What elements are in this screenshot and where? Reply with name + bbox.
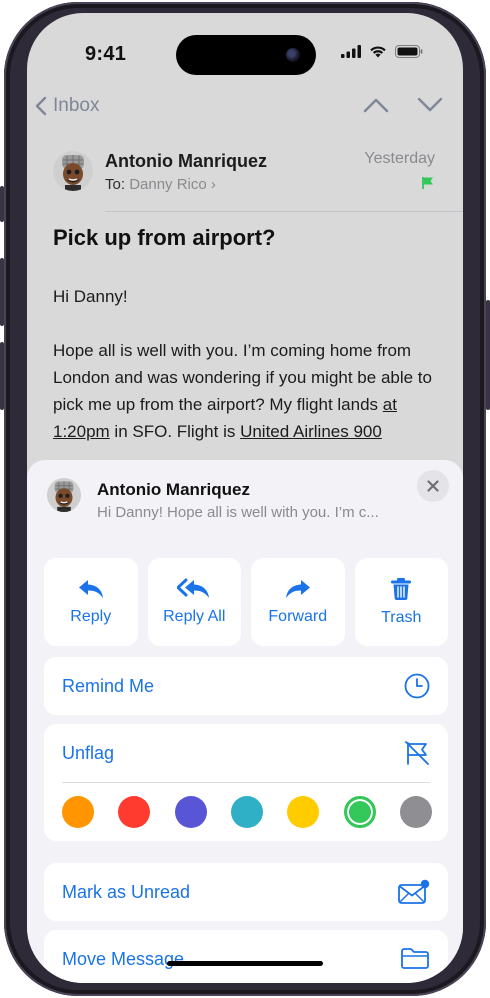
- flag-color-teal[interactable]: [230, 796, 263, 828]
- unflag-label: Unflag: [62, 742, 115, 763]
- action-buttons: Reply Reply All Forward Trash: [44, 558, 448, 646]
- chevron-right-icon: ›: [210, 176, 216, 193]
- flag-card: Unflag: [44, 724, 448, 841]
- message-header: Antonio Manriquez To: Danny Rico › Yeste…: [27, 143, 463, 213]
- reply-icon: [78, 580, 103, 598]
- clock-icon: [404, 673, 430, 699]
- message-subject: Pick up from airport?: [53, 225, 276, 250]
- close-button[interactable]: [417, 470, 449, 502]
- reply-all-button[interactable]: Reply All: [147, 558, 241, 646]
- flag-icon: [422, 177, 433, 189]
- status-bar: 9:41: [27, 13, 463, 93]
- move-message-card: Move Message: [44, 930, 448, 983]
- mark-unread-row[interactable]: Mark as Unread: [44, 863, 448, 921]
- back-label: Inbox: [53, 95, 100, 116]
- next-message-icon[interactable]: [417, 97, 443, 113]
- status-time: 9:41: [85, 43, 127, 65]
- dynamic-island: [176, 35, 316, 75]
- trash-label: Trash: [381, 609, 422, 626]
- mark-unread-card: Mark as Unread: [44, 863, 448, 921]
- trash-icon: [391, 578, 412, 601]
- flight-link[interactable]: United Airlines 900: [240, 422, 382, 441]
- message-body: Hi Danny! Hope all is well with you. I’m…: [53, 283, 441, 472]
- reply-button[interactable]: Reply: [44, 558, 138, 646]
- camera-icon: [286, 48, 300, 62]
- sheet-avatar: [47, 478, 81, 512]
- flag-color-gray[interactable]: [399, 796, 432, 828]
- body-text: Hope all is well with you. I’m coming ho…: [53, 341, 432, 414]
- unflag-row[interactable]: Unflag: [44, 724, 448, 782]
- flag-color-purple[interactable]: [174, 796, 207, 828]
- message-paragraph: Hope all is well with you. I’m coming ho…: [53, 337, 441, 445]
- mark-unread-label: Mark as Unread: [62, 881, 191, 902]
- flag-color-red[interactable]: [118, 796, 151, 828]
- cellular-signal-icon: [341, 45, 361, 58]
- flag-color-green[interactable]: [343, 796, 376, 828]
- trash-button[interactable]: Trash: [354, 558, 448, 646]
- flag-color-picker: [44, 783, 448, 841]
- forward-label: Forward: [268, 608, 328, 625]
- sheet-preview: Hi Danny! Hope all is well with you. I’m…: [97, 504, 379, 521]
- volume-up-button: [0, 258, 4, 326]
- message-navigation: [363, 97, 443, 113]
- flag-color-yellow[interactable]: [287, 796, 320, 828]
- header-divider: [105, 211, 463, 212]
- action-sheet: Antonio Manriquez Hi Danny! Hope all is …: [27, 460, 463, 983]
- action-button: [0, 186, 4, 222]
- envelope-unread-icon: [398, 879, 430, 904]
- navigation-bar: Inbox: [27, 93, 463, 133]
- sender-avatar[interactable]: [53, 151, 93, 191]
- chevron-left-icon: [35, 96, 47, 116]
- back-button[interactable]: Inbox: [35, 95, 99, 117]
- sender-name[interactable]: Antonio Manriquez: [105, 151, 267, 172]
- home-indicator[interactable]: [167, 961, 323, 966]
- remind-me-card: Remind Me: [44, 657, 448, 715]
- sheet-header: Antonio Manriquez Hi Danny! Hope all is …: [27, 460, 463, 540]
- screen: 9:41 Inbox Antonio Manriquez To: Danny R…: [27, 13, 463, 983]
- to-label: To:: [105, 176, 126, 193]
- status-icons: [341, 45, 423, 58]
- battery-icon: [395, 45, 423, 58]
- move-message-label: Move Message: [62, 948, 185, 969]
- recipient-line[interactable]: To: Danny Rico ›: [105, 176, 216, 193]
- forward-button[interactable]: Forward: [251, 558, 345, 646]
- message-greeting: Hi Danny!: [53, 287, 128, 306]
- reply-all-label: Reply All: [163, 608, 226, 625]
- reply-all-icon: [177, 578, 210, 598]
- wifi-icon: [370, 46, 386, 58]
- message-date: Yesterday: [364, 150, 435, 167]
- sheet-sender-name: Antonio Manriquez: [97, 480, 250, 499]
- recipient-name: Danny Rico: [129, 176, 207, 193]
- reply-label: Reply: [70, 608, 112, 625]
- side-button: [486, 300, 490, 410]
- forward-icon: [285, 580, 310, 598]
- folder-icon: [401, 948, 429, 969]
- unflag-icon: [405, 741, 429, 765]
- previous-message-icon[interactable]: [363, 97, 389, 113]
- move-message-row[interactable]: Move Message: [44, 930, 448, 983]
- volume-down-button: [0, 342, 4, 410]
- body-text: in SFO. Flight is: [109, 422, 241, 441]
- remind-me-row[interactable]: Remind Me: [44, 657, 448, 715]
- flag-color-orange[interactable]: [62, 796, 94, 828]
- remind-me-label: Remind Me: [62, 675, 155, 696]
- close-icon: [427, 480, 439, 492]
